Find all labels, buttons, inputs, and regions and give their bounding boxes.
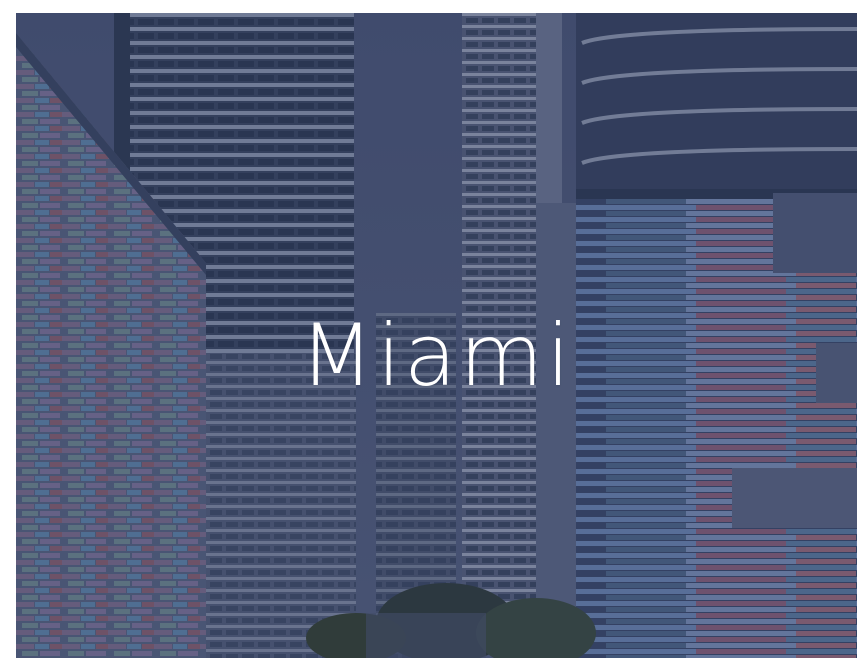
- city-card[interactable]: Miami: [16, 13, 857, 658]
- city-title: Miami: [299, 306, 574, 406]
